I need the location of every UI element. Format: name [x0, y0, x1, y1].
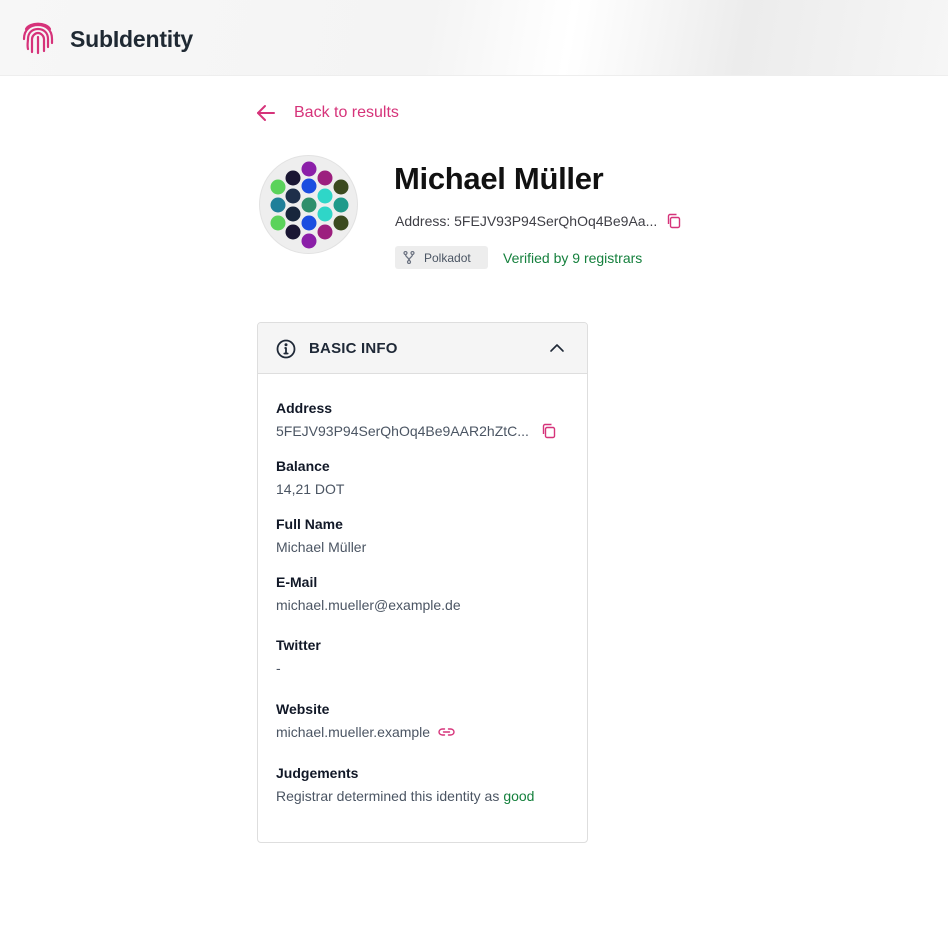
basic-info-title: BASIC INFO	[309, 340, 398, 357]
field-balance: Balance 14,21 DOT	[276, 458, 576, 497]
network-name: Polkadot	[424, 250, 471, 265]
brand-name[interactable]: SubIdentity	[70, 26, 193, 53]
address-value: 5FEJV93P94SerQhOq4Be9AAR2hZtC...	[276, 423, 529, 439]
field-label: Full Name	[276, 516, 343, 532]
info-circle-icon	[276, 339, 296, 359]
basic-info-panel: BASIC INFO Address 5FEJV93P94SerQhOq4Be9…	[257, 322, 588, 843]
identity-name: Michael Müller	[394, 161, 604, 196]
basic-info-header[interactable]: BASIC INFO	[258, 323, 587, 374]
field-website: Website michael.mueller.example	[276, 701, 576, 740]
back-link-label: Back to results	[294, 104, 399, 121]
top-bar: SubIdentity	[0, 0, 948, 76]
network-badge: Polkadot	[395, 246, 488, 269]
field-label: Balance	[276, 458, 330, 474]
field-twitter: Twitter -	[276, 637, 576, 676]
header-address-text: Address: 5FEJV93P94SerQhOq4Be9Aa...	[395, 213, 658, 229]
email-value: michael.mueller@example.de	[276, 597, 461, 613]
fingerprint-icon[interactable]	[21, 19, 55, 55]
field-label: Twitter	[276, 637, 321, 653]
judgements-text: Registrar determined this identity as	[276, 788, 500, 804]
field-label: Judgements	[276, 765, 359, 781]
arrow-left-icon	[257, 105, 275, 121]
field-label: Website	[276, 701, 330, 717]
back-to-results-link[interactable]: Back to results	[256, 103, 399, 123]
judgement-result: good	[503, 788, 535, 804]
identicon-avatar	[259, 155, 358, 254]
field-value: Registrar determined this identity as go…	[276, 788, 576, 804]
field-value: michael.mueller.example	[276, 724, 576, 740]
verified-status: Verified by 9 registrars	[503, 250, 643, 266]
link-icon[interactable]	[438, 727, 455, 737]
twitter-value: -	[276, 660, 281, 676]
header-address: Address: 5FEJV93P94SerQhOq4Be9Aa...	[395, 213, 682, 229]
field-address: Address 5FEJV93P94SerQhOq4Be9AAR2hZtC...	[276, 400, 576, 439]
fork-icon	[403, 251, 415, 264]
field-value: 5FEJV93P94SerQhOq4Be9AAR2hZtC...	[276, 423, 576, 439]
field-full-name: Full Name Michael Müller	[276, 516, 576, 555]
field-label: Address	[276, 400, 333, 416]
field-label: E-Mail	[276, 574, 318, 590]
copy-icon[interactable]	[666, 213, 682, 229]
chevron-up-icon[interactable]	[549, 343, 565, 353]
field-judgements: Judgements Registrar determined this ide…	[276, 765, 576, 804]
full-name-value: Michael Müller	[276, 539, 367, 555]
field-email: E-Mail michael.mueller@example.de	[276, 574, 576, 613]
copy-icon[interactable]	[541, 423, 557, 439]
balance-value: 14,21 DOT	[276, 481, 345, 497]
website-value[interactable]: michael.mueller.example	[276, 724, 430, 740]
